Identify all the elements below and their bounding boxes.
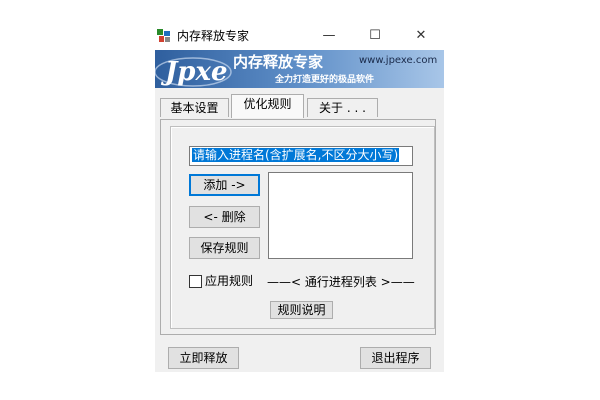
banner: Jpxe 内存释放专家 www.jpexe.com 全力打造更好的极品软件 xyxy=(155,50,444,88)
release-now-button[interactable]: 立即释放 xyxy=(168,347,239,369)
exit-button[interactable]: 退出程序 xyxy=(360,347,431,369)
process-name-input[interactable]: 请输入进程名(含扩展名,不区分大小写) xyxy=(189,146,413,166)
add-button[interactable]: 添加 -> xyxy=(189,174,260,196)
maximize-button[interactable]: ☐ xyxy=(352,22,398,50)
tab-strip: 基本设置 优化规则 关于 . . . xyxy=(155,90,444,120)
app-window: 内存释放专家 — ☐ ✕ Jpxe 内存释放专家 www.jpexe.com 全… xyxy=(155,22,444,372)
banner-slogan: 全力打造更好的极品软件 xyxy=(274,73,374,85)
app-icon xyxy=(157,29,170,42)
delete-button[interactable]: <- 删除 xyxy=(189,206,260,228)
allowed-list-caption: ——< 通行进程列表 >—— xyxy=(267,275,415,289)
checkbox-box[interactable] xyxy=(189,275,202,288)
process-name-value: 请输入进程名(含扩展名,不区分大小写) xyxy=(192,148,400,162)
allowed-process-list[interactable] xyxy=(268,172,413,259)
tab-about[interactable]: 关于 . . . xyxy=(307,98,378,117)
banner-logo: Jpxe xyxy=(160,57,228,87)
title-bar: 内存释放专家 — ☐ ✕ xyxy=(155,22,444,50)
minimize-button[interactable]: — xyxy=(306,22,352,50)
banner-headline: 内存释放专家 xyxy=(233,53,323,71)
window-title: 内存释放专家 xyxy=(177,29,250,43)
banner-url: www.jpexe.com xyxy=(359,55,437,66)
banner-graphic: Jpxe 内存释放专家 www.jpexe.com 全力打造更好的极品软件 xyxy=(155,50,444,88)
close-button[interactable]: ✕ xyxy=(398,22,444,50)
tab-optimize-rules[interactable]: 优化规则 xyxy=(231,94,304,118)
apply-rules-label: 应用规则 xyxy=(205,274,254,288)
rules-help-button[interactable]: 规则说明 xyxy=(270,301,333,319)
save-rules-button[interactable]: 保存规则 xyxy=(189,237,260,259)
tab-basic-settings[interactable]: 基本设置 xyxy=(160,98,229,117)
